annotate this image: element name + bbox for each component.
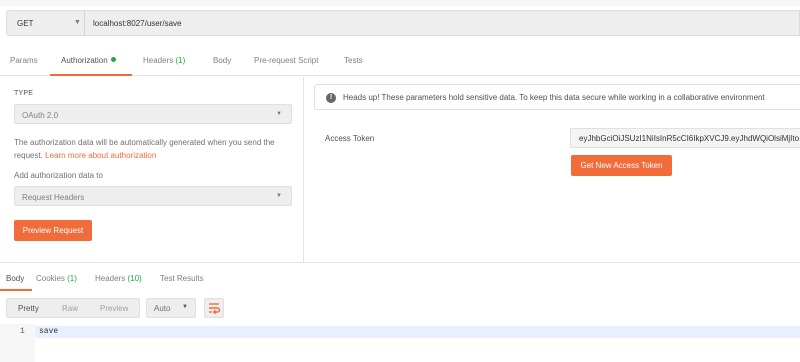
response-view-modes: Pretty Raw Preview xyxy=(6,298,140,318)
method-select[interactable]: GET ▼ xyxy=(6,10,84,36)
url-value: localhost:8027/user/save xyxy=(93,19,182,28)
wrap-icon xyxy=(209,303,221,315)
line-number: 1 xyxy=(20,327,25,336)
response-tab-test-results[interactable]: Test Results xyxy=(160,274,204,283)
active-line-highlight xyxy=(0,326,800,338)
tab-params[interactable]: Params xyxy=(10,56,38,65)
response-tab-body[interactable]: Body xyxy=(6,274,24,283)
tab-headers[interactable]: Headers (1) xyxy=(143,56,185,65)
auth-type-select[interactable]: OAuth 2.0 ▼ xyxy=(14,104,292,124)
learn-more-link[interactable]: Learn more about authorization xyxy=(45,151,156,160)
tab-pre-request-script[interactable]: Pre-request Script xyxy=(254,56,318,65)
request-tabs: Params Authorization Headers (1) Body Pr… xyxy=(0,48,800,76)
auth-settings-panel: TYPE OAuth 2.0 ▼ The authorization data … xyxy=(0,77,304,262)
type-label: TYPE xyxy=(14,90,34,97)
tab-body[interactable]: Body xyxy=(213,56,231,65)
preview-request-button[interactable]: Preview Request xyxy=(14,220,92,241)
response-tab-headers[interactable]: Headers (10) xyxy=(95,274,142,283)
access-token-value: eyJhbGciOiJSUzI1NiIsInR5cCI6IkpXVCJ9.eyJ… xyxy=(579,134,800,143)
response-tabs: Body Cookies (1) Headers (10) Test Resul… xyxy=(0,263,800,291)
notice-text: Heads up! These parameters hold sensitiv… xyxy=(343,93,765,102)
response-body-text: save xyxy=(39,327,59,336)
get-new-access-token-button[interactable]: Get New Access Token xyxy=(571,155,672,176)
alert-icon: ! xyxy=(326,93,336,103)
url-input[interactable]: localhost:8027/user/save xyxy=(84,10,800,36)
chevron-down-icon: ▼ xyxy=(182,304,188,310)
line-number-gutter xyxy=(0,324,35,362)
access-token-input[interactable]: eyJhbGciOiJSUzI1NiIsInR5cCI6IkpXVCJ9.eyJ… xyxy=(570,128,800,148)
format-value: Auto xyxy=(154,304,171,313)
add-to-label: Add authorization data to xyxy=(14,171,103,180)
preview-button[interactable]: Preview xyxy=(100,304,128,313)
active-tab-underline xyxy=(50,74,132,76)
add-to-select[interactable]: Request Headers ▼ xyxy=(14,186,292,206)
tab-tests[interactable]: Tests xyxy=(344,56,363,65)
chevron-down-icon: ▼ xyxy=(276,193,282,199)
response-body-editor[interactable]: 1 save xyxy=(0,324,800,362)
response-tab-cookies[interactable]: Cookies (1) xyxy=(36,274,77,283)
pretty-button[interactable]: Pretty xyxy=(18,304,39,313)
auth-info-text: The authorization data will be automatic… xyxy=(14,138,275,160)
format-select[interactable]: Auto ▼ xyxy=(146,298,196,318)
method-label: GET xyxy=(17,19,34,28)
chevron-down-icon: ▼ xyxy=(276,111,282,117)
request-url-bar: GET ▼ localhost:8027/user/save xyxy=(0,0,800,48)
add-to-value: Request Headers xyxy=(22,193,85,202)
sensitive-data-notice: ! Heads up! These parameters hold sensit… xyxy=(314,84,800,110)
top-strip xyxy=(0,0,800,6)
access-token-label: Access Token xyxy=(325,134,375,143)
raw-button[interactable]: Raw xyxy=(62,304,78,313)
response-active-underline xyxy=(0,289,32,291)
tab-authorization[interactable]: Authorization xyxy=(61,56,116,65)
auth-type-value: OAuth 2.0 xyxy=(22,111,59,120)
chevron-down-icon: ▼ xyxy=(74,19,81,26)
wrap-lines-button[interactable] xyxy=(204,298,224,318)
status-dot-icon xyxy=(110,57,116,62)
